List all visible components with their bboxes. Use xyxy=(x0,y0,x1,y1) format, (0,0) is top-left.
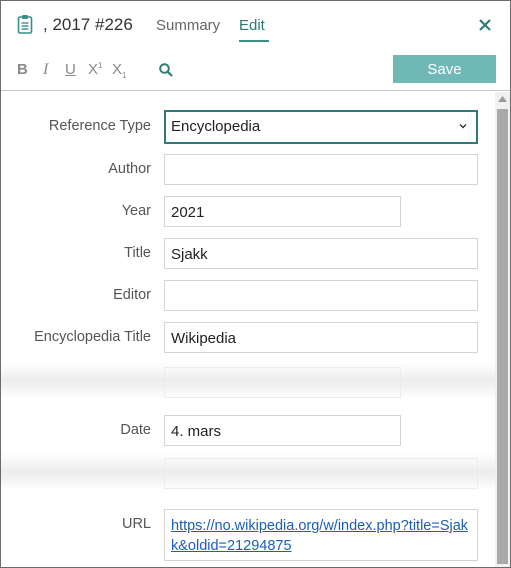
save-button[interactable]: Save xyxy=(393,55,496,83)
year-label: Year xyxy=(121,203,151,219)
url-link[interactable]: https://no.wikipedia.org/w/index.php?tit… xyxy=(171,518,468,554)
chevron-down-icon xyxy=(459,124,467,129)
encyclopedia-title-label: Encyclopedia Title xyxy=(34,329,151,345)
encyclopedia-title-field[interactable]: Wikipedia xyxy=(164,322,478,353)
reference-title: , 2017 #226 xyxy=(43,15,133,34)
date-field[interactable]: 4. mars xyxy=(164,415,401,446)
tab-edit[interactable]: Edit xyxy=(239,17,265,34)
author-label: Author xyxy=(108,161,151,177)
underline-button[interactable]: U xyxy=(65,61,76,78)
title-label: Title xyxy=(124,245,151,261)
close-icon[interactable] xyxy=(475,15,495,35)
panel-header: , 2017 #226 Summary Edit xyxy=(1,1,510,49)
title-field[interactable]: Sjakk xyxy=(164,238,478,269)
formatting-toolbar: B I U X1 X1 Save xyxy=(1,49,510,91)
url-field[interactable]: https://no.wikipedia.org/w/index.php?tit… xyxy=(164,509,478,561)
active-tab-indicator xyxy=(239,40,269,42)
reference-type-value: Encyclopedia xyxy=(171,118,261,135)
reference-form: Reference Type Encyclopedia Author Year … xyxy=(1,92,495,567)
url-label: URL xyxy=(121,516,151,532)
tab-summary[interactable]: Summary xyxy=(156,17,220,34)
editor-field[interactable] xyxy=(164,280,478,311)
reference-type-label: Reference Type xyxy=(48,118,151,134)
scroll-up-arrow-icon[interactable] xyxy=(498,96,507,102)
section-fade xyxy=(1,362,495,400)
superscript-button[interactable]: X1 xyxy=(88,61,102,78)
date-label: Date xyxy=(120,422,151,438)
bold-button[interactable]: B xyxy=(17,61,28,78)
section-fade xyxy=(1,453,495,491)
scrollbar-thumb[interactable] xyxy=(497,109,508,564)
author-field[interactable] xyxy=(164,154,478,185)
editor-label: Editor xyxy=(113,287,151,303)
year-field[interactable]: 2021 xyxy=(164,196,401,227)
reference-editor-panel: , 2017 #226 Summary Edit B I U X1 X1 Sav… xyxy=(0,0,511,568)
subscript-button[interactable]: X1 xyxy=(112,61,126,80)
reference-type-select[interactable]: Encyclopedia xyxy=(164,110,478,144)
vertical-scrollbar[interactable] xyxy=(495,92,510,567)
clipboard-icon xyxy=(17,15,33,34)
italic-button[interactable]: I xyxy=(43,61,48,79)
search-icon[interactable] xyxy=(158,62,174,78)
